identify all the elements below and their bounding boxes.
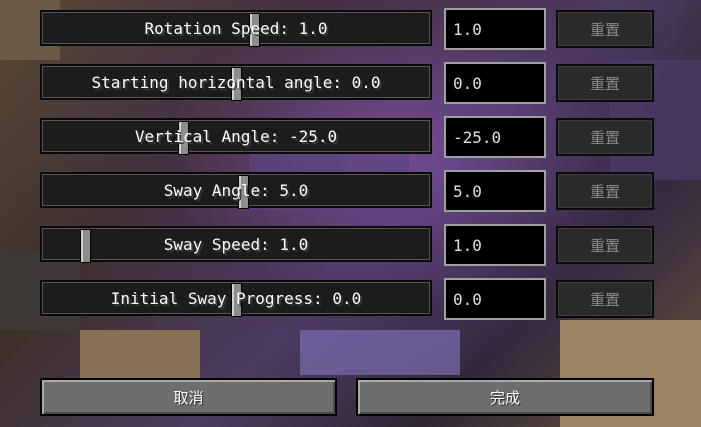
reset-button[interactable]: 重置 [556,280,654,318]
slider-knob[interactable] [231,283,242,317]
reset-button[interactable]: 重置 [556,226,654,264]
slider[interactable]: Initial Sway Progress: 0.0 [40,280,432,317]
slider-label: Rotation Speed: 1.0 [144,18,328,38]
slider-knob[interactable] [249,13,260,47]
terrain-block [80,330,200,380]
slider-label: Sway Angle: 5.0 [163,180,309,200]
reset-button[interactable]: 重置 [556,64,654,102]
value-input[interactable]: 1.0 [444,8,546,50]
slider[interactable]: Starting horizontal angle: 0.0 [40,64,432,101]
value-input[interactable]: 5.0 [444,170,546,212]
slider-knob[interactable] [231,67,242,101]
value-input[interactable]: -25.0 [444,116,546,158]
cancel-button[interactable]: 取消 [40,378,337,416]
slider-label: Vertical Angle: -25.0 [134,126,338,146]
slider-label: Sway Speed: 1.0 [163,234,309,254]
value-input[interactable]: 0.0 [444,62,546,104]
reset-button[interactable]: 重置 [556,10,654,48]
slider[interactable]: Sway Speed: 1.0 [40,226,432,263]
value-input[interactable]: 1.0 [444,224,546,266]
slider[interactable]: Rotation Speed: 1.0 [40,10,432,47]
value-input[interactable]: 0.0 [444,278,546,320]
reset-button[interactable]: 重置 [556,172,654,210]
slider[interactable]: Sway Angle: 5.0 [40,172,432,209]
amethyst-block [300,330,460,375]
slider-knob[interactable] [238,175,249,209]
reset-button[interactable]: 重置 [556,118,654,156]
done-button[interactable]: 完成 [356,378,654,416]
slider-knob[interactable] [178,121,189,155]
slider[interactable]: Vertical Angle: -25.0 [40,118,432,155]
slider-knob[interactable] [80,229,91,263]
